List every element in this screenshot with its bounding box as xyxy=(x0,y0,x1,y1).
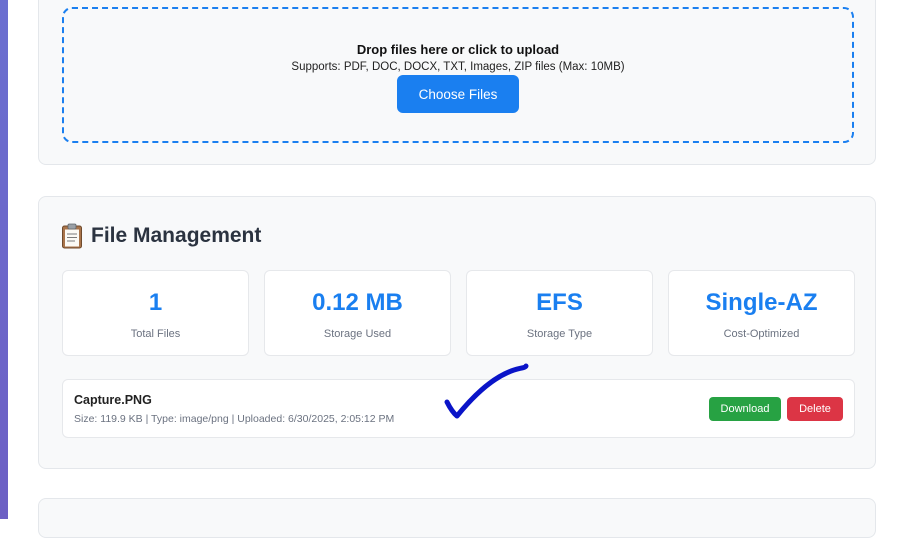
clipboard-icon xyxy=(62,223,82,249)
stat-card-storage-type: EFS Storage Type xyxy=(466,270,653,356)
stat-value: 1 xyxy=(148,289,163,316)
download-button[interactable]: Download xyxy=(709,397,781,421)
stat-card-cost-optimized: Single-AZ Cost-Optimized xyxy=(668,270,855,356)
window-edge xyxy=(0,0,8,519)
file-management-header: File Management xyxy=(61,221,261,251)
file-management-section: File Management 1 Total Files 0.12 MB St… xyxy=(38,196,876,469)
next-section xyxy=(38,498,876,538)
stat-label: Total Files xyxy=(130,328,181,340)
stat-value: EFS xyxy=(536,289,583,316)
file-drop-zone[interactable]: Drop files here or click to upload Suppo… xyxy=(62,7,854,143)
stat-label: Storage Used xyxy=(323,328,392,340)
stat-value: Single-AZ xyxy=(705,289,818,316)
stat-value: 0.12 MB xyxy=(312,289,403,316)
choose-files-button[interactable]: Choose Files xyxy=(397,75,519,113)
delete-button[interactable]: Delete xyxy=(787,397,843,421)
supported-formats-text: Supports: PDF, DOC, DOCX, TXT, Images, Z… xyxy=(291,61,625,73)
stat-card-total-files: 1 Total Files xyxy=(62,270,249,356)
drop-zone-title: Drop files here or click to upload xyxy=(356,42,560,57)
file-meta: Size: 119.9 KB | Type: image/png | Uploa… xyxy=(74,413,395,425)
upload-section: Drop files here or click to upload Suppo… xyxy=(38,0,876,165)
section-title: File Management xyxy=(91,224,262,247)
stat-card-storage-used: 0.12 MB Storage Used xyxy=(264,270,451,356)
stat-label: Storage Type xyxy=(526,328,593,340)
stat-label: Cost-Optimized xyxy=(723,328,800,340)
file-name: Capture.PNG xyxy=(74,393,152,407)
file-list-item: Capture.PNG Size: 119.9 KB | Type: image… xyxy=(62,379,855,438)
